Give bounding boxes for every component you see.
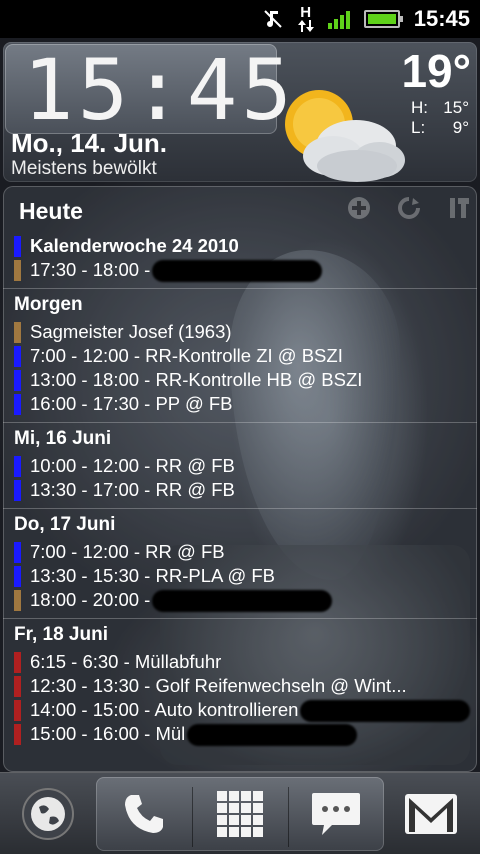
clock-panel: 15:45	[5, 42, 292, 138]
browser-globe-icon[interactable]	[18, 779, 78, 849]
day-header: Morgen	[3, 288, 477, 320]
calendar-event[interactable]: 15:00 - 16:00 - Mül	[3, 722, 477, 747]
event-color-bar	[14, 676, 21, 697]
status-bar: H 15:45	[0, 0, 480, 38]
calendar-event-list: Kalenderwoche 24 2010 17:30 - 18:00 - Morg…	[3, 234, 477, 752]
signal-strength-icon	[327, 9, 350, 29]
calendar-event[interactable]: 14:00 - 15:00 - Auto kontrollieren	[3, 698, 477, 723]
event-text: 7:00 - 12:00 - RR @ FB	[30, 541, 225, 562]
event-color-bar	[14, 480, 21, 501]
clock-date: Mo., 14. Jun.	[11, 128, 168, 158]
calendar-event[interactable]: 6:15 - 6:30 - Müllabfuhr	[3, 650, 477, 674]
calendar-event[interactable]: 7:00 - 12:00 - RR @ FB	[3, 540, 477, 564]
event-text: 13:30 - 17:00 - RR @ FB	[30, 479, 235, 500]
event-color-bar	[14, 542, 21, 563]
phone-icon[interactable]	[106, 779, 182, 849]
hsdpa-data-icon: H	[297, 5, 314, 32]
event-text: 12:30 - 13:30 - Golf Reifenwechseln @ Wi…	[30, 675, 407, 696]
temperature-range: H: 15° L: 9°	[411, 98, 469, 138]
event-text: Kalenderwoche 24 2010	[30, 235, 239, 256]
gmail-icon[interactable]	[400, 779, 462, 849]
event-text: 13:00 - 18:00 - RR-Kontrolle HB @ BSZI	[30, 369, 363, 390]
redaction-mark	[152, 590, 333, 613]
calendar-event[interactable]: 10:00 - 12:00 - RR @ FB	[3, 454, 477, 478]
event-text: 13:30 - 15:30 - RR-PLA @ FB	[30, 565, 275, 586]
music-note-off-icon	[262, 8, 284, 30]
battery-icon	[363, 10, 403, 28]
event-color-bar	[14, 322, 21, 343]
low-value: 9°	[452, 118, 469, 137]
event-color-bar	[14, 566, 21, 587]
calendar-header: Heute	[3, 186, 477, 228]
event-color-bar	[14, 652, 21, 673]
current-temperature: 19°	[401, 45, 471, 97]
clock-time: 15:45	[23, 41, 296, 139]
event-text: 16:00 - 17:30 - PP @ FB	[30, 393, 233, 414]
calendar-event[interactable]: Sagmeister Josef (1963)	[3, 320, 477, 344]
event-text: 6:15 - 6:30 - Müllabfuhr	[30, 651, 222, 672]
clock-weather-widget[interactable]: 15:45 Mo., 14. Jun. Meistens bewölkt 19°…	[3, 42, 477, 182]
event-color-bar	[14, 700, 21, 721]
settings-icon[interactable]	[447, 196, 471, 220]
weather-condition: Meistens bewölkt	[11, 158, 157, 179]
high-label: H:	[411, 98, 428, 117]
calendar-widget[interactable]: Heute Kalenderwoche 24 2010 17:30 - 18:00…	[3, 186, 477, 772]
event-text: 18:00 - 20:00 -	[30, 589, 151, 610]
event-color-bar	[14, 724, 21, 745]
day-header: Mi, 16 Juni	[3, 422, 477, 454]
event-color-bar	[14, 346, 21, 367]
calendar-event[interactable]: 17:30 - 18:00 -	[3, 258, 477, 283]
event-color-bar	[14, 260, 21, 281]
event-color-bar	[14, 236, 21, 257]
partly-cloudy-icon	[285, 90, 405, 182]
event-text: 10:00 - 12:00 - RR @ FB	[30, 455, 235, 476]
calendar-event[interactable]: 12:30 - 13:30 - Golf Reifenwechseln @ Wi…	[3, 674, 477, 698]
event-color-bar	[14, 456, 21, 477]
event-color-bar	[14, 394, 21, 415]
messaging-icon[interactable]	[298, 779, 374, 849]
redaction-mark	[187, 724, 358, 747]
calendar-event[interactable]: 7:00 - 12:00 - RR-Kontrolle ZI @ BSZI	[3, 344, 477, 368]
calendar-event[interactable]: 18:00 - 20:00 -	[3, 588, 477, 613]
calendar-event[interactable]: 13:30 - 15:30 - RR-PLA @ FB	[3, 564, 477, 588]
event-text: Sagmeister Josef (1963)	[30, 321, 232, 342]
add-icon[interactable]	[347, 196, 371, 220]
calendar-event[interactable]: 16:00 - 17:30 - PP @ FB	[3, 392, 477, 416]
calendar-title: Heute	[19, 198, 83, 224]
day-header: Fr, 18 Juni	[3, 618, 477, 650]
event-text: 15:00 - 16:00 - Mül	[30, 723, 186, 744]
redaction-mark	[300, 700, 471, 723]
redaction-mark	[152, 260, 323, 283]
low-label: L:	[411, 118, 426, 137]
calendar-event[interactable]: Kalenderwoche 24 2010	[3, 234, 477, 258]
refresh-icon[interactable]	[397, 196, 421, 220]
launcher-dock	[0, 772, 480, 854]
status-time: 15:45	[413, 6, 470, 31]
event-text: 17:30 - 18:00 -	[30, 259, 151, 280]
high-value: 15°	[443, 98, 469, 117]
calendar-event[interactable]: 13:00 - 18:00 - RR-Kontrolle HB @ BSZI	[3, 368, 477, 392]
calendar-tools	[347, 196, 471, 220]
calendar-event[interactable]: 13:30 - 17:00 - RR @ FB	[3, 478, 477, 502]
event-text: 14:00 - 15:00 - Auto kontrollieren	[30, 699, 299, 720]
event-color-bar	[14, 370, 21, 391]
event-text: 7:00 - 12:00 - RR-Kontrolle ZI @ BSZI	[30, 345, 343, 366]
event-color-bar	[14, 590, 21, 611]
app-drawer-grid-icon[interactable]	[202, 779, 278, 849]
day-header: Do, 17 Juni	[3, 508, 477, 540]
